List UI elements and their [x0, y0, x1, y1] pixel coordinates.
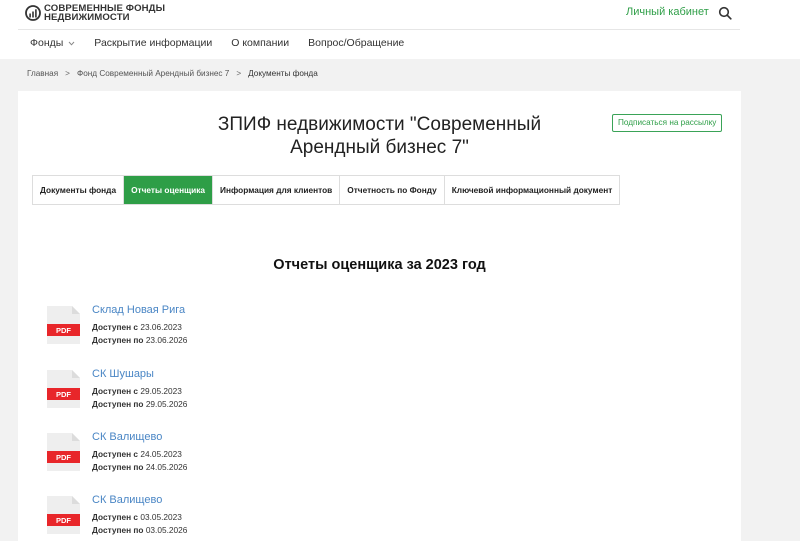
doc-link[interactable]: СК Шушары	[92, 368, 187, 380]
doc-link[interactable]: СК Валищево	[92, 431, 187, 443]
doc-date-to: Доступен по 24.05.2026	[92, 461, 187, 474]
date-value: 24.05.2026	[145, 462, 188, 472]
pdf-file-icon: PDF	[47, 370, 80, 408]
date-value: 23.06.2023	[140, 322, 182, 332]
header-divider	[18, 29, 740, 30]
tab-key-info-document[interactable]: Ключевой информационный документ	[445, 176, 620, 204]
logo-line-2: НЕДВИЖИМОСТИ	[44, 12, 130, 23]
nav-item-disclosure[interactable]: Раскрытие информации	[94, 37, 212, 49]
doc-info: Склад Новая Рига Доступен с 23.06.2023 Д…	[92, 304, 187, 347]
doc-info: СК Шушары Доступен с 29.05.2023 Доступен…	[92, 368, 187, 411]
available-to-label: Доступен по	[92, 525, 144, 535]
doc-link[interactable]: СК Валищево	[92, 494, 187, 506]
breadcrumb-home[interactable]: Главная	[27, 69, 58, 78]
pdf-label: PDF	[56, 453, 71, 462]
chevron-down-icon	[68, 41, 75, 46]
main-nav: Фонды Раскрытие информации О компании Во…	[30, 37, 423, 49]
section-title: Отчеты оценщика за 2023 год	[273, 257, 486, 273]
doc-date-to: Доступен по 23.06.2026	[92, 334, 187, 347]
logo[interactable]: СОВРЕМЕННЫЕ ФОНДЫ НЕДВИЖИМОСТИ	[25, 4, 165, 22]
pdf-label: PDF	[56, 516, 71, 525]
doc-date-to: Доступен по 03.05.2026	[92, 524, 187, 537]
doc-date-from: Доступен с 03.05.2023	[92, 511, 187, 524]
breadcrumb-fund[interactable]: Фонд Современный Арендный бизнес 7	[77, 69, 229, 78]
tab-fund-documents[interactable]: Документы фонда	[33, 176, 125, 204]
nav-item-about[interactable]: О компании	[231, 37, 289, 49]
doc-date-from: Доступен с 29.05.2023	[92, 385, 187, 398]
tab-client-info[interactable]: Информация для клиентов	[213, 176, 341, 204]
logo-icon	[25, 5, 41, 21]
nav-item-label: Фонды	[30, 37, 64, 49]
breadcrumb: Главная > Фонд Современный Арендный бизн…	[27, 69, 318, 78]
nav-item-label: О компании	[231, 37, 290, 49]
list-item: PDF СК Валищево Доступен с 24.05.2023 До…	[46, 431, 187, 474]
breadcrumb-separator: >	[65, 69, 70, 78]
personal-account-link[interactable]: Личный кабинет	[626, 6, 709, 18]
date-value: 29.05.2026	[145, 399, 188, 409]
available-from-label: Доступен с	[92, 386, 139, 396]
doc-date-from: Доступен с 23.06.2023	[92, 321, 187, 334]
date-value: 03.05.2023	[140, 512, 182, 522]
nav-item-label: Раскрытие информации	[94, 37, 213, 49]
available-from-label: Доступен с	[92, 449, 139, 459]
list-item: PDF СК Валищево Доступен с 03.05.2023 До…	[46, 494, 187, 537]
pdf-icon[interactable]: PDF	[46, 432, 81, 472]
date-value: 24.05.2023	[140, 449, 182, 459]
tabs: Документы фонда Отчеты оценщика Информац…	[32, 175, 621, 205]
available-to-label: Доступен по	[92, 335, 144, 345]
breadcrumb-current: Документы фонда	[248, 69, 318, 78]
pdf-file-icon: PDF	[47, 306, 80, 344]
doc-date-to: Доступен по 29.05.2026	[92, 398, 187, 411]
pdf-label: PDF	[56, 390, 71, 399]
available-from-label: Доступен с	[92, 322, 139, 332]
available-to-label: Доступен по	[92, 399, 144, 409]
pdf-file-icon: PDF	[47, 496, 80, 534]
doc-date-from: Доступен с 24.05.2023	[92, 448, 187, 461]
nav-item-label: Вопрос/Обращение	[308, 37, 405, 49]
doc-info: СК Валищево Доступен с 24.05.2023 Доступ…	[92, 431, 187, 474]
search-icon[interactable]	[718, 6, 732, 20]
list-item: PDF СК Шушары Доступен с 29.05.2023 Дост…	[46, 368, 187, 411]
doc-info: СК Валищево Доступен с 03.05.2023 Доступ…	[92, 494, 187, 537]
date-value: 29.05.2023	[140, 386, 182, 396]
nav-item-question[interactable]: Вопрос/Обращение	[308, 37, 404, 49]
doc-link[interactable]: Склад Новая Рига	[92, 304, 187, 316]
pdf-label: PDF	[56, 326, 71, 335]
content-card: ЗПИФ недвижимости "Современный Арендный …	[18, 91, 741, 541]
tab-appraiser-reports[interactable]: Отчеты оценщика	[124, 176, 214, 204]
pdf-file-icon: PDF	[47, 433, 80, 471]
nav-item-funds[interactable]: Фонды	[30, 37, 75, 49]
pdf-icon[interactable]: PDF	[46, 369, 81, 409]
tab-fund-reporting[interactable]: Отчетность по Фонду	[340, 176, 445, 204]
page-title: ЗПИФ недвижимости "Современный Арендный …	[217, 114, 542, 158]
available-from-label: Доступен с	[92, 512, 139, 522]
breadcrumb-separator: >	[236, 69, 242, 78]
logo-text: СОВРЕМЕННЫЕ ФОНДЫ НЕДВИЖИМОСТИ	[44, 4, 165, 23]
date-value: 03.05.2026	[145, 525, 188, 535]
available-to-label: Доступен по	[92, 462, 144, 472]
subscribe-button[interactable]: Подписаться на рассылку	[612, 114, 723, 132]
site-header: СОВРЕМЕННЫЕ ФОНДЫ НЕДВИЖИМОСТИ Личный ка…	[0, 0, 800, 59]
pdf-icon[interactable]: PDF	[46, 305, 81, 345]
date-value: 23.06.2026	[145, 335, 188, 345]
list-item: PDF Склад Новая Рига Доступен с 23.06.20…	[46, 304, 187, 347]
pdf-icon[interactable]: PDF	[46, 495, 81, 535]
